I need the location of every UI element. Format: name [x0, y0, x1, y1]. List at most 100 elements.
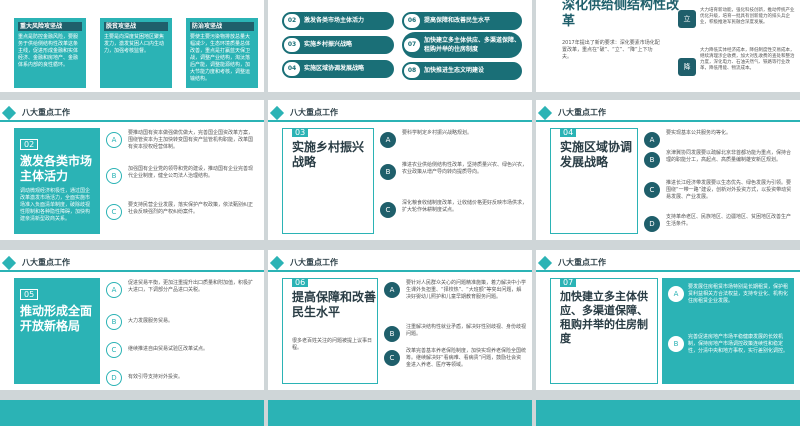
item-text: 支持革命老区、民族地区、边疆地区、贫困地区改善生产生活条件。	[666, 214, 792, 227]
slide-header: 八大重点工作	[0, 105, 264, 122]
slide-header-title: 八大重点工作	[22, 108, 70, 117]
pill-03: 03 实施乡村振兴战略	[282, 36, 394, 54]
letter-badge: B	[106, 168, 122, 184]
diamond-icon	[269, 255, 285, 271]
item-text: 要针对人民群众关心的问题精准施策，着力解决中小学生课外负担重、“择校热”、“大班…	[406, 280, 527, 300]
card-title: 加快建立多主体供应、多渠道保障、租购并举的住房制度	[560, 290, 648, 345]
card-number: 05	[20, 289, 39, 300]
pill-num: 06	[404, 14, 420, 28]
attack-box-3-text: 要使主要污染物排放总量大幅减少，生态环境质量总体改善，重点是打赢蓝天保卫战，调整…	[190, 34, 251, 82]
list-item: A 促进贸易平衡，更加注重提升出口质量和附加值，积极扩大进口，下调部分产品进口关税…	[106, 278, 256, 308]
pill-label: 实施乡村振兴战略	[304, 41, 353, 48]
pill-label: 实施区域协调发展战略	[304, 65, 365, 72]
card-items: A 要科学制定乡村振兴战略规划。 B 推进农业供给侧结构性改革，坚持质量兴农、绿色兴…	[380, 128, 527, 226]
list-item: B 推进农业供给侧结构性改革，坚持质量兴农、绿色兴农，农业政策从增产导向转向提质导…	[380, 160, 527, 196]
item-text: 加强国有企业党的领导和党的建设，推动国有企业完善现代企业制度，健全公司法人治理结…	[128, 166, 254, 179]
item-text: 要科学制定乡村振兴战略规划。	[402, 130, 473, 136]
header-line	[268, 120, 532, 122]
letter-badge: B	[644, 152, 660, 168]
diamond-icon	[269, 105, 285, 121]
list-item: C 继续推进自由贸易试验区改革试点。	[106, 338, 256, 364]
attack-box-1-title: 重大风险攻坚战	[18, 22, 82, 31]
card-subtext: 调动微观经济积极性，通过国企改革激发市场活力，全面实施市场准入负面清单制度，破除…	[20, 188, 91, 222]
item-text: 京津冀协同发展要以疏解北京非首都功能为重点，保持合理的职能分工，高起点、高质量编…	[666, 150, 792, 163]
header-line	[0, 120, 264, 122]
item-text: 要发展住房租赁市场特别是长期租赁，保护租赁利益相关方合法权益，支持专业化、机构化…	[688, 284, 789, 304]
card-right-panel: A 要发展住房租赁市场特别是长期租赁，保护租赁利益相关方合法权益，支持专业化、机…	[662, 278, 794, 384]
item-text: 要推动国有资本做强做优做大，完善国企国资改革方案，围绕管资本为主加快转变国有资产…	[128, 130, 254, 150]
slide-top-middle[interactable]: 02 激发各类市场主体活力 06 提高保障和改善民生水平 03 实施乡村振兴战略 07…	[268, 0, 532, 92]
card-panel: 05 推动形成全面开放新格局	[14, 278, 100, 384]
item-text: 促进贸易平衡，更加注重提升出口质量和附加值，积极扩大进口，下调部分产品进口关税。	[128, 280, 254, 293]
header-line	[0, 270, 264, 272]
letter-badge: B	[380, 164, 396, 180]
item-text: 继续推进自由贸易试验区改革试点。	[128, 346, 209, 352]
slide-card-02[interactable]: 八大重点工作 02 激发各类市场主体活力 调动微观经济积极性，通过国企改革激发市…	[0, 100, 264, 240]
pill-num: 04	[284, 62, 300, 76]
item-text: 深化粮食收储制度改革，让收储价格更好反映市场供求，扩大轮作休耕制度试点。	[402, 200, 528, 213]
item-text: 完善促进房地产市场平稳健康发展的长效机制，保持房地产市场调控政策连续性和稳定性，…	[688, 334, 789, 354]
card-number: 04	[560, 128, 577, 137]
letter-badge: C	[106, 342, 122, 358]
letter-badge: A	[106, 282, 122, 298]
hex-li: 立	[678, 10, 696, 28]
slide-bottom-left[interactable]	[0, 400, 264, 426]
pill-label: 激发各类市场主体活力	[304, 17, 365, 24]
attack-box-2: 脱贫攻坚战 主要是向深度贫困地区聚焦发力，激发贫困人口内生动力，加强考核监督。	[100, 18, 172, 88]
pill-num: 08	[404, 64, 420, 78]
attack-box-3: 防治攻坚战 要使主要污染物排放总量大幅减少，生态环境质量总体改善，重点是打赢蓝天…	[186, 18, 258, 88]
slide-card-05[interactable]: 八大重点工作 05 推动形成全面开放新格局 A 促进贸易平衡，更加注重提升出口质量…	[0, 250, 264, 390]
list-item: C 推进长江经济带发展要以生态优先、绿色发展为引领。要围绕“一带一路”建设，创新对…	[644, 178, 794, 210]
card-items: A 要实现基本公共服务均等化。 B 京津冀协同发展要以疏解北京非首都功能为重点，保持…	[644, 128, 794, 240]
attack-box-2-text: 主要是向深度贫困地区聚焦发力，激发贫困人口内生动力，加强考核监督。	[104, 34, 165, 54]
slide-top-right[interactable]: 深化供给侧结构性改革 2017年提出了新的要求：深化要素市场化配置改革，重点在“…	[536, 0, 800, 92]
letter-badge: B	[106, 314, 122, 330]
slide-card-06[interactable]: 八大重点工作 06 提高保障和改善民生水平 很多老百姓关注的问题被提上议事日程。…	[268, 250, 532, 390]
slide-card-07[interactable]: 八大重点工作 07 加快建立多主体供应、多渠道保障、租购并举的住房制度 A 要发…	[536, 250, 800, 390]
letter-badge: D	[644, 216, 660, 232]
attack-box-1: 重大风险攻坚战 重点是防控金融风险，要服务于供给侧结构性改革这条主线，促进形成金…	[14, 18, 86, 88]
pill-08: 08 加快推进生态文明建设	[402, 62, 522, 80]
attack-box-2-title: 脱贫攻坚战	[104, 22, 168, 31]
list-item: D 支持革命老区、民族地区、边疆地区、贫困地区改善生产生活条件。	[644, 212, 794, 238]
letter-badge: A	[106, 132, 122, 148]
pill-label: 提高保障和改善民生水平	[424, 17, 491, 24]
pill-label: 加快推进生态文明建设	[424, 67, 485, 74]
hex-jiang: 降	[678, 58, 696, 76]
pill-06: 06 提高保障和改善民生水平	[402, 12, 522, 30]
slide-header: 八大重点工作	[536, 105, 800, 122]
diamond-icon	[1, 105, 17, 121]
card-items: A 要推动国有资本做强做优做大，完善国企国资改革方案，围绕管资本为主加快转变国有资…	[106, 128, 256, 228]
card-title: 实施区域协调发展战略	[560, 140, 633, 169]
diamond-icon	[537, 105, 553, 121]
slide-bottom-middle[interactable]	[268, 400, 532, 426]
list-item: D 有效引导支持对外投资。	[106, 366, 256, 390]
letter-badge: B	[384, 326, 400, 342]
slide-header: 八大重点工作	[268, 105, 532, 122]
slide-bottom-right[interactable]	[536, 400, 800, 426]
slide-header-title: 八大重点工作	[558, 258, 606, 267]
card-items: A 促进贸易平衡，更加注重提升出口质量和附加值，积极扩大进口，下调部分产品进口关税…	[106, 278, 256, 390]
list-item: B 大力发展服务贸易。	[106, 310, 256, 336]
slide-card-04[interactable]: 八大重点工作 04 实施区域协调发展战略 A 要实现基本公共服务均等化。 B 京津冀…	[536, 100, 800, 240]
list-item: C 要支持民营企业发展，落实保护产权政策，依法甄别纠正社会反映强烈的产权纠纷案件。	[106, 200, 256, 226]
card-number: 02	[20, 139, 39, 150]
header-line	[536, 120, 800, 122]
card-title: 提高保障和改善民生水平	[292, 290, 377, 319]
attack-box-3-title: 防治攻坚战	[190, 22, 254, 31]
card-number: 07	[560, 278, 577, 287]
supply-side-text: 2017年提出了新的要求：深化要素市场化配置改革，重点在“破”、“立”、“降”上…	[562, 40, 660, 60]
supply-side-title: 深化供给侧结构性改革	[562, 0, 680, 29]
list-item: C 改革完善基本养老保险制度，加快实现养老保险全国统筹。继续解决好“看病难、看病贵…	[384, 346, 526, 372]
list-item: B 注重解决结构性就业矛盾，解决好性别歧视、身份歧视问题。	[384, 322, 526, 344]
pill-07: 07 加快建立多主体供应、多渠道保障、租购并举的住房制度	[402, 32, 522, 58]
letter-badge: A	[668, 286, 684, 302]
slide-top-left[interactable]: 重大风险攻坚战 重点是防控金融风险，要服务于供给侧结构性改革这条主线，促进形成金…	[0, 0, 264, 92]
list-item: A 要科学制定乡村振兴战略规划。	[380, 128, 526, 158]
item-text: 有效引导支持对外投资。	[128, 374, 184, 380]
card-title: 实施乡村振兴战略	[292, 140, 365, 169]
hex-li-note: 大力培育新动能，强化科技创新，推动传统产业优化升级，培育一批具有创新能力的排头兵…	[700, 8, 795, 25]
hex-jiang-note: 大力降低实体经济成本，降低制度性交易成本，继续清理涉企收费，加大对乱收费的查处和…	[700, 48, 795, 71]
slide-card-03[interactable]: 八大重点工作 03 实施乡村振兴战略 A 要科学制定乡村振兴战略规划。 B 推进农业…	[268, 100, 532, 240]
list-item: B 京津冀协同发展要以疏解北京非首都功能为重点，保持合理的职能分工，高起点、高质量…	[644, 148, 794, 176]
